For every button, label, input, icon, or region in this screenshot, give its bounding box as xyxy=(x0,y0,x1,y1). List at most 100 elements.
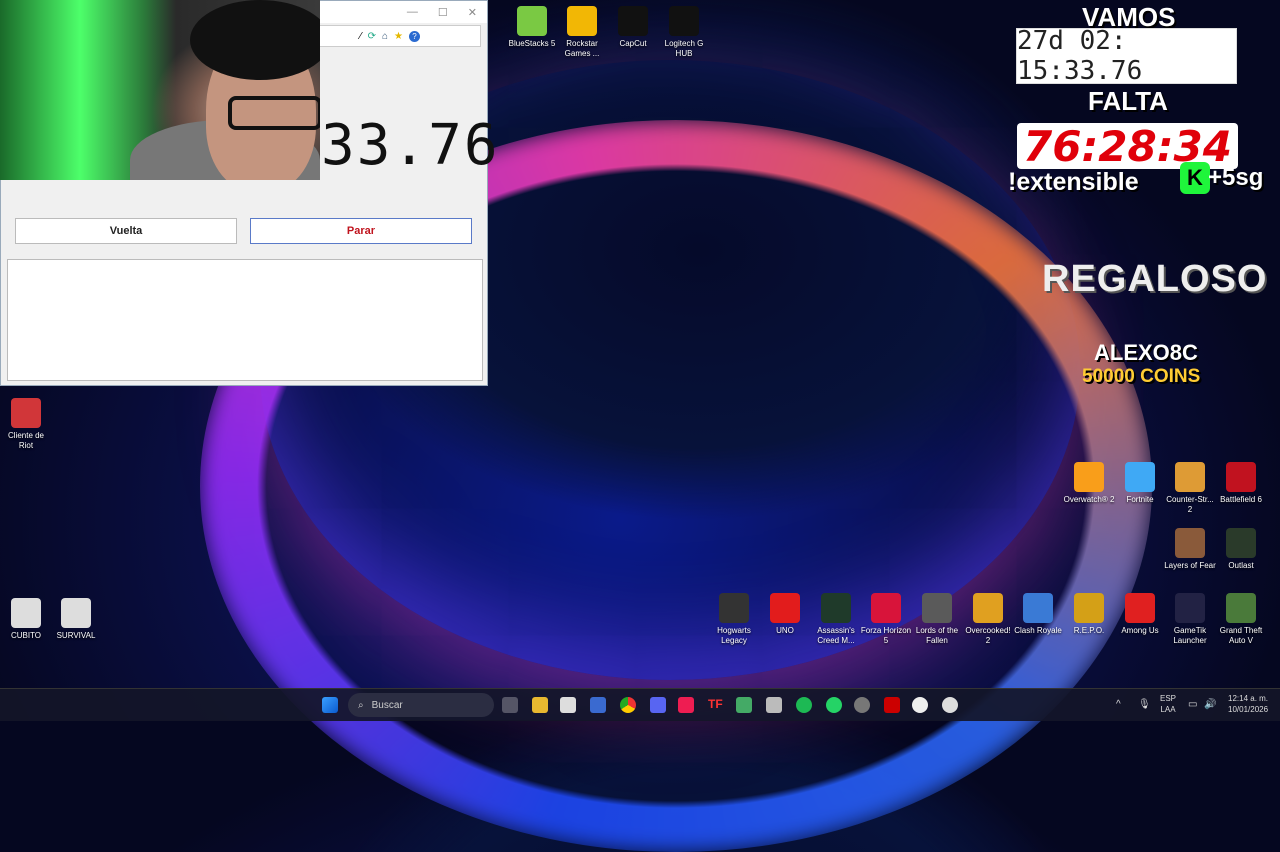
volume-icon[interactable]: 🔊 xyxy=(1204,699,1216,710)
outlast-icon xyxy=(1226,528,1256,558)
spotify-icon[interactable] xyxy=(796,697,812,713)
overlay-donor: ALEXO8C xyxy=(1094,340,1198,365)
webcam-glasses xyxy=(228,96,320,130)
gta-icon xyxy=(1226,593,1256,623)
desktop-icon-label: UNO xyxy=(776,626,794,635)
minimize-icon[interactable]: — xyxy=(407,6,418,18)
desktop-icon-bottom-5[interactable]: Overcooked! 2 xyxy=(962,593,1014,646)
fortnite-icon xyxy=(1125,462,1155,492)
explorer-icon[interactable] xyxy=(532,697,548,713)
app2-icon[interactable] xyxy=(854,697,870,713)
logitech-icon xyxy=(669,6,699,36)
desktop-icon-right-0[interactable]: Overwatch® 2 xyxy=(1063,462,1115,505)
clock[interactable]: 12:14 a. m. 10/01/2026 xyxy=(1228,693,1268,715)
assassins-creed-icon xyxy=(821,593,851,623)
desktop-icon-left-0[interactable]: Cliente de Riot xyxy=(0,398,52,451)
taskview-icon[interactable] xyxy=(502,697,518,713)
store-icon[interactable] xyxy=(590,697,606,713)
desktop-icon-top-1[interactable]: Rockstar Games ... xyxy=(556,6,608,59)
desktop-icon-bottom-0[interactable]: Hogwarts Legacy xyxy=(708,593,760,646)
desktop-icon-bottom-2[interactable]: Assassin's Creed M... xyxy=(810,593,862,646)
tf-icon[interactable]: TF xyxy=(708,697,724,713)
desktop-icon-label: Forza Horizon 5 xyxy=(860,626,912,645)
microphone-icon[interactable]: 🎙 xyxy=(1138,699,1151,710)
layers-of-fear-icon xyxy=(1175,528,1205,558)
overwatch-icon xyxy=(1074,462,1104,492)
lap-button[interactable]: Vuelta xyxy=(15,218,237,244)
notepad-icon[interactable] xyxy=(560,697,576,713)
clash-royale-icon xyxy=(1023,593,1053,623)
desktop-icon-label: BlueStacks 5 xyxy=(508,39,556,48)
desktop-icon-right-5[interactable]: Outlast xyxy=(1215,528,1267,571)
app-icon[interactable] xyxy=(736,697,752,713)
desktop-icon-label: CUBITO xyxy=(10,631,42,640)
desktop-icon-label: Battlefield 6 xyxy=(1220,495,1262,504)
desktop-icon-left-1[interactable]: CUBITO xyxy=(0,598,52,641)
stop-button[interactable]: Parar xyxy=(250,218,472,244)
desktop-icon-label: CapCut xyxy=(619,39,647,48)
overlay-extensible: !extensible xyxy=(1008,168,1139,196)
taskbar: ⌕ Buscar TF ^ 🎙 ESP LAA ▭ 🔊 12:14 a. m. … xyxy=(0,688,1280,721)
desktop-icon-label: Among Us xyxy=(1121,626,1159,635)
desktop-icon-right-3[interactable]: Battlefield 6 xyxy=(1215,462,1267,505)
desktop-icon-label: Outlast xyxy=(1228,561,1254,570)
desktop-icon-top-2[interactable]: CapCut xyxy=(607,6,659,49)
maximize-icon[interactable]: ☐ xyxy=(438,6,448,19)
start-icon[interactable] xyxy=(322,697,338,713)
desktop-icon-label: Overcooked! 2 xyxy=(965,626,1011,645)
whatsapp-icon[interactable] xyxy=(826,697,842,713)
chrome-icon[interactable] xyxy=(620,697,636,713)
desktop-icon-label: Rockstar Games ... xyxy=(564,39,600,58)
desktop-icon-right-4[interactable]: Layers of Fear xyxy=(1164,528,1216,571)
tiktok-icon[interactable] xyxy=(678,697,694,713)
desktop-icon-bottom-8[interactable]: Among Us xyxy=(1114,593,1166,636)
app3-icon[interactable] xyxy=(884,697,900,713)
forza-icon xyxy=(871,593,901,623)
desktop-icon-top-0[interactable]: BlueStacks 5 xyxy=(506,6,558,49)
desktop-icon-bottom-7[interactable]: R.E.P.O. xyxy=(1063,593,1115,636)
app4-icon[interactable] xyxy=(942,697,958,713)
gamepad-icon[interactable] xyxy=(766,697,782,713)
desktop-icon-right-2[interactable]: Counter-Str... 2 xyxy=(1164,462,1216,515)
capcut-icon xyxy=(618,6,648,36)
desktop-icon-bottom-6[interactable]: Clash Royale xyxy=(1012,593,1064,636)
desktop-icon-bottom-3[interactable]: Forza Horizon 5 xyxy=(860,593,912,646)
home-icon[interactable]: ⌂ xyxy=(382,31,388,42)
riot-icon xyxy=(11,398,41,428)
webcam-hair xyxy=(190,0,320,80)
overlay-regaloso: REGALOSO xyxy=(1042,258,1268,300)
help-icon[interactable]: ? xyxy=(409,30,420,42)
star-icon[interactable]: ★ xyxy=(394,31,403,42)
desktop-icon-label: Counter-Str... 2 xyxy=(1166,495,1214,514)
kick-icon: K xyxy=(1180,162,1210,194)
desktop-icon-bottom-1[interactable]: UNO xyxy=(759,593,811,636)
lords-fallen-icon xyxy=(922,593,952,623)
hogwarts-icon xyxy=(719,593,749,623)
language-indicator[interactable]: ESP LAA xyxy=(1160,693,1176,715)
desktop-icon-left-2[interactable]: SURVIVAL xyxy=(50,598,102,641)
overlay-plus-time: +5sg xyxy=(1208,164,1264,191)
desktop-icon-top-3[interactable]: Logitech G HUB xyxy=(658,6,710,59)
desktop-icon-bottom-4[interactable]: Lords of the Fallen xyxy=(911,593,963,646)
desktop-icon-right-1[interactable]: Fortnite xyxy=(1114,462,1166,505)
clock-app-icon[interactable] xyxy=(912,697,928,713)
edit-icon[interactable]: ⁄ xyxy=(360,31,362,42)
search-box[interactable]: ⌕ Buscar xyxy=(348,693,494,717)
lang-bottom: LAA xyxy=(1160,705,1176,714)
repo-icon xyxy=(1074,593,1104,623)
overcooked-icon xyxy=(973,593,1003,623)
desktop-icon-bottom-10[interactable]: Grand Theft Auto V xyxy=(1215,593,1267,646)
counterstrike-icon xyxy=(1175,462,1205,492)
desktop-icon-bottom-9[interactable]: GameTik Launcher xyxy=(1164,593,1216,646)
settings-icon xyxy=(61,598,91,628)
desktop-icon-label: GameTik Launcher xyxy=(1173,626,1207,645)
refresh-icon[interactable]: ⟳ xyxy=(368,31,376,42)
desktop-icon-label: Hogwarts Legacy xyxy=(717,626,751,645)
network-icon[interactable]: ▭ xyxy=(1188,699,1197,710)
discord-icon[interactable] xyxy=(650,697,666,713)
desktop-icon-label: SURVIVAL xyxy=(56,631,96,640)
close-icon[interactable]: ✕ xyxy=(468,6,477,19)
desktop-icon-label: Lords of the Fallen xyxy=(915,626,959,645)
chevron-up-icon[interactable]: ^ xyxy=(1116,699,1121,710)
desktop-icon-label: Clash Royale xyxy=(1014,626,1062,635)
